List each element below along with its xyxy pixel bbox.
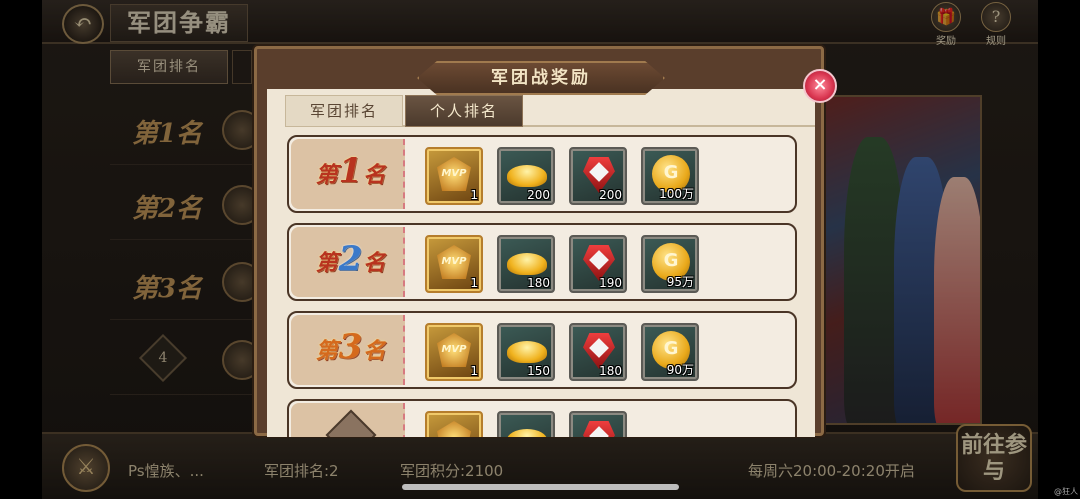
modal-content: 军团排名 个人排名 第1名 MVP 1 200 200 G 100万 第2名 MVP… xyxy=(267,89,815,437)
mvp-badge-icon: MVP xyxy=(437,333,471,367)
shield-item[interactable]: 190 xyxy=(569,235,627,293)
shield-item[interactable] xyxy=(569,411,627,437)
gold-ingot-icon xyxy=(507,341,547,363)
gold-ingot-icon xyxy=(507,253,547,275)
modal-title: 军团战奖励 xyxy=(417,61,665,95)
coin-item[interactable]: G 100万 xyxy=(641,147,699,205)
tab-guild-ranking[interactable]: 军团排名 xyxy=(285,95,403,127)
reward-row: 第1名 MVP 1 200 200 G 100万 xyxy=(287,135,797,213)
mvp-badge-icon xyxy=(437,421,471,437)
gold-ingot-item[interactable] xyxy=(497,411,555,437)
mvp-item[interactable]: MVP 1 xyxy=(425,147,483,205)
gold-ingot-icon xyxy=(507,165,547,187)
mvp-item[interactable]: MVP 1 xyxy=(425,235,483,293)
mvp-item[interactable] xyxy=(425,411,483,437)
gold-ingot-item[interactable]: 200 xyxy=(497,147,555,205)
reward-row xyxy=(287,399,797,437)
rank-label: 第2名 xyxy=(315,239,387,279)
close-icon[interactable]: × xyxy=(803,69,837,103)
gold-ingot-icon xyxy=(507,429,547,437)
coin-item[interactable]: G 95万 xyxy=(641,235,699,293)
rank-plate xyxy=(291,403,405,437)
mvp-item[interactable]: MVP 1 xyxy=(425,323,483,381)
home-indicator[interactable] xyxy=(402,484,679,490)
watermark: @狂人 xyxy=(1054,487,1078,496)
rank-diamond-icon xyxy=(325,409,377,437)
reward-modal: 军团排名 个人排名 第1名 MVP 1 200 200 G 100万 第2名 MVP… xyxy=(254,46,837,437)
reward-row: 第3名 MVP 1 150 180 G 90万 xyxy=(287,311,797,389)
reward-row: 第2名 MVP 1 180 190 G 95万 xyxy=(287,223,797,301)
rank-label: 第3名 xyxy=(315,327,387,367)
shield-item[interactable]: 180 xyxy=(569,323,627,381)
mvp-badge-icon: MVP xyxy=(437,157,471,191)
red-shield-icon xyxy=(583,421,615,437)
gold-ingot-item[interactable]: 180 xyxy=(497,235,555,293)
rank-plate: 第3名 xyxy=(291,315,405,385)
shield-item[interactable]: 200 xyxy=(569,147,627,205)
coin-item[interactable]: G 90万 xyxy=(641,323,699,381)
tab-personal-ranking[interactable]: 个人排名 xyxy=(405,95,523,127)
mvp-badge-icon: MVP xyxy=(437,245,471,279)
rank-plate: 第2名 xyxy=(291,227,405,297)
rank-plate: 第1名 xyxy=(291,139,405,209)
gold-ingot-item[interactable]: 150 xyxy=(497,323,555,381)
rank-label: 第1名 xyxy=(315,151,387,191)
